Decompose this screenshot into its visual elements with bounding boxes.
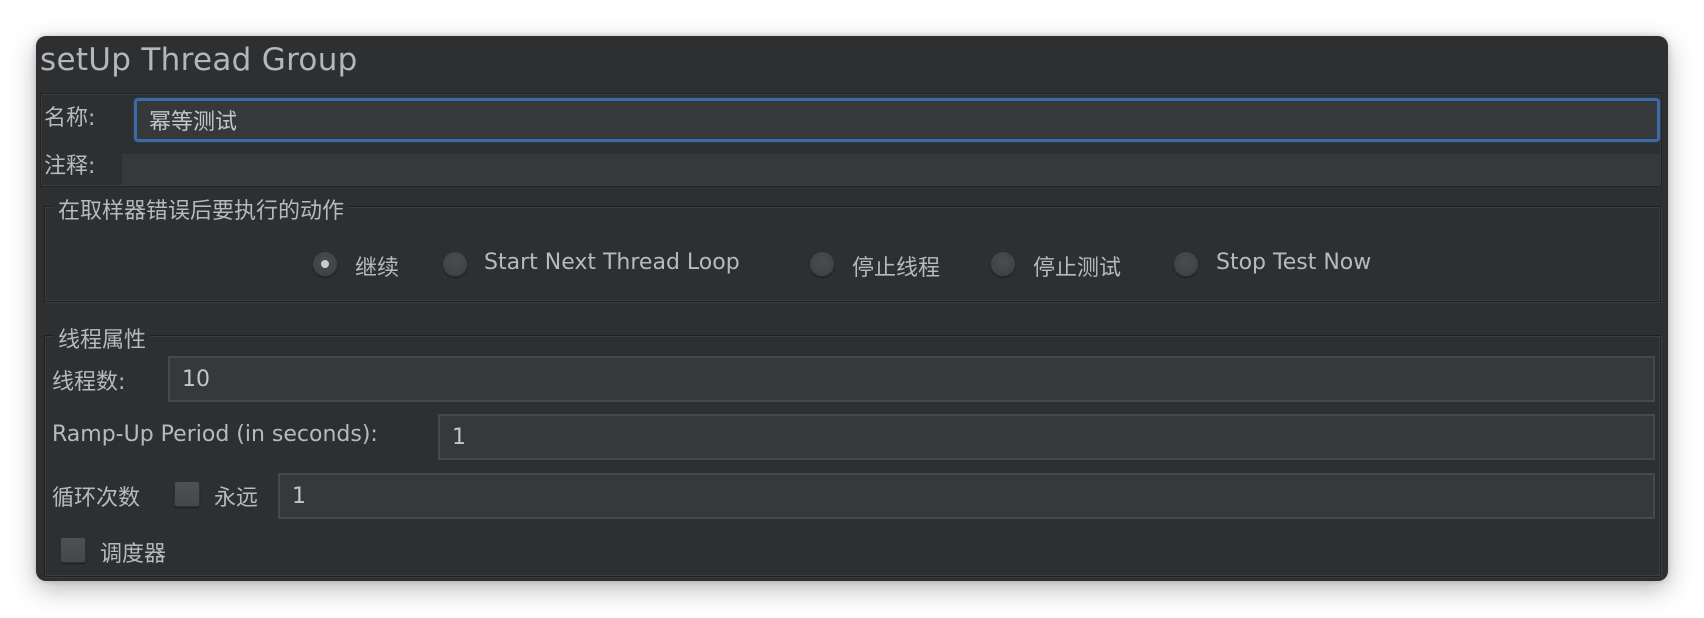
loop-count-value: 1 [292,483,306,509]
scheduler-label[interactable]: 调度器 [100,536,166,568]
thread-count-input[interactable]: 10 [168,356,1655,402]
forever-label[interactable]: 永远 [214,480,258,512]
loop-count-input[interactable]: 1 [278,473,1655,519]
page-title: setUp Thread Group [40,42,358,78]
thread-properties-legend: 线程属性 [54,322,151,354]
ramp-up-label: Ramp-Up Period (in seconds): [52,422,378,447]
loop-count-label: 循环次数 [52,486,141,511]
error-action-radio-group: 继续 Start Next Thread Loop 停止线程 停止测试 Stop… [312,250,1512,281]
comment-input[interactable] [122,154,1660,185]
ramp-up-value: 1 [452,424,466,450]
radio-stop-thread[interactable] [809,251,835,277]
radio-stop-thread-label[interactable]: 停止线程 [852,250,940,282]
radio-start-next-thread-loop[interactable] [442,251,468,277]
ramp-up-input[interactable]: 1 [438,414,1655,460]
radio-stop-test-label[interactable]: 停止测试 [1033,250,1121,282]
thread-group-window: setUp Thread Group 名称: 幂等测试 注释: 在取样器错误后要… [36,36,1668,581]
name-input[interactable]: 幂等测试 [134,98,1660,142]
comment-label: 注释: [44,154,96,179]
thread-count-label: 线程数: [52,370,126,395]
error-action-legend: 在取样器错误后要执行的动作 [54,193,349,225]
radio-continue[interactable] [312,251,338,277]
radio-stop-test-now-label[interactable]: Stop Test Now [1216,250,1371,275]
radio-continue-label[interactable]: 继续 [355,250,399,282]
radio-stop-test-now[interactable] [1173,251,1199,277]
radio-stop-test[interactable] [990,251,1016,277]
name-input-value: 幂等测试 [149,110,238,135]
radio-start-next-thread-loop-label[interactable]: Start Next Thread Loop [484,250,740,275]
forever-checkbox[interactable] [174,481,200,507]
scheduler-checkbox[interactable] [60,537,86,563]
thread-count-value: 10 [182,366,210,392]
name-label: 名称: [44,106,96,131]
